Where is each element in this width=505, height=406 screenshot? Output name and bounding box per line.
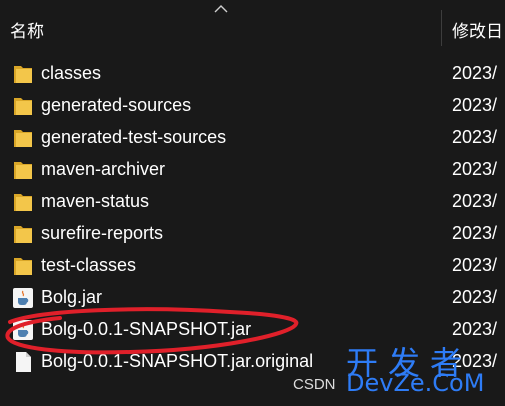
file-date: 2023/ — [452, 287, 498, 307]
file-date: 2023/ — [452, 223, 498, 243]
watermark-csdn: CSDN — [293, 376, 336, 393]
file-date: 2023/ — [452, 319, 498, 339]
file-date: 2023/ — [452, 159, 498, 179]
file-name: Bolg.jar — [41, 287, 103, 307]
folder-icon — [14, 98, 32, 115]
file-date: 2023/ — [452, 127, 498, 147]
file-name: Bolg-0.0.1-SNAPSHOT.jar — [41, 319, 252, 339]
column-header-date-modified[interactable]: 修改日 — [452, 17, 503, 42]
file-row-test-classes[interactable]: test-classes 2023/ — [0, 249, 505, 281]
folder-icon — [14, 66, 32, 83]
file-row-surefire-reports[interactable]: surefire-reports 2023/ — [0, 217, 505, 249]
folder-icon — [14, 258, 32, 275]
file-name: maven-archiver — [41, 159, 166, 179]
watermark-url: DevZe.CoM — [346, 369, 485, 397]
file-name: test-classes — [41, 255, 137, 275]
java-jar-icon — [13, 288, 33, 308]
file-name: Bolg-0.0.1-SNAPSHOT.jar.original — [41, 351, 314, 371]
folder-icon — [14, 226, 32, 243]
file-row-generated-sources[interactable]: generated-sources 2023/ — [0, 89, 505, 121]
folder-icon — [14, 194, 32, 211]
file-date: 2023/ — [452, 191, 498, 211]
file-list: classes 2023/ generated-sources 2023/ ge… — [0, 57, 505, 377]
java-jar-icon — [13, 320, 33, 340]
file-name: maven-status — [41, 191, 150, 211]
column-header-name[interactable]: 名称 — [10, 17, 44, 42]
folder-icon — [14, 130, 32, 147]
file-name: surefire-reports — [41, 223, 164, 243]
file-row-generated-test-sources[interactable]: generated-test-sources 2023/ — [0, 121, 505, 153]
file-row-bolg-jar[interactable]: Bolg.jar 2023/ — [0, 281, 505, 313]
file-row-maven-archiver[interactable]: maven-archiver 2023/ — [0, 153, 505, 185]
file-row-maven-status[interactable]: maven-status 2023/ — [0, 185, 505, 217]
folder-icon — [14, 162, 32, 179]
file-icon — [16, 352, 31, 372]
file-date: 2023/ — [452, 63, 498, 83]
sort-ascending-icon[interactable] — [214, 4, 228, 14]
file-name: generated-sources — [41, 95, 192, 115]
file-name: generated-test-sources — [41, 127, 227, 147]
file-date: 2023/ — [452, 255, 498, 275]
file-date: 2023/ — [452, 95, 498, 115]
column-header: 名称 修改日 — [0, 0, 505, 50]
file-row-classes[interactable]: classes 2023/ — [0, 57, 505, 89]
column-divider[interactable] — [441, 10, 442, 46]
file-name: classes — [41, 63, 102, 83]
